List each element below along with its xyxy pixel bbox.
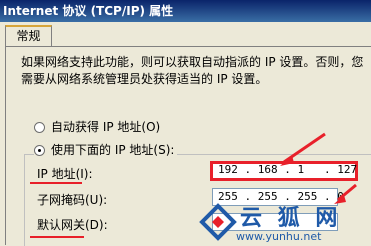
gateway-label-annotation <box>30 236 84 238</box>
manual-ip-option[interactable]: 使用下面的 IP 地址(S): <box>34 143 178 157</box>
ip-label-annotation <box>30 182 82 184</box>
gateway-label: 默认网关(D): <box>37 218 108 232</box>
ip-address-label: IP 地址(I): <box>37 167 93 181</box>
window-title: Internet 协议 (TCP/IP) 属性 <box>0 0 371 22</box>
auto-ip-option[interactable]: 自动获得 IP 地址(O) <box>34 120 160 134</box>
auto-ip-radio[interactable] <box>34 122 45 133</box>
watermark-url: www.yunhu.net <box>236 230 322 243</box>
tab-general[interactable]: 常规 <box>5 25 52 47</box>
auto-ip-label: 自动获得 IP 地址(O) <box>51 120 161 134</box>
watermark-brand: 云 狐 网 <box>240 206 342 231</box>
description-text: 如果网络支持此功能，则可以获取自动指派的 IP 设置。否则，您需要从网络系统管理… <box>21 55 364 86</box>
manual-ip-label: 使用下面的 IP 地址(S): <box>51 143 175 157</box>
annotation-arrow-ip <box>280 132 326 166</box>
subnet-mask-label: 子网掩码(U): <box>37 193 108 207</box>
manual-ip-radio[interactable] <box>34 145 45 156</box>
